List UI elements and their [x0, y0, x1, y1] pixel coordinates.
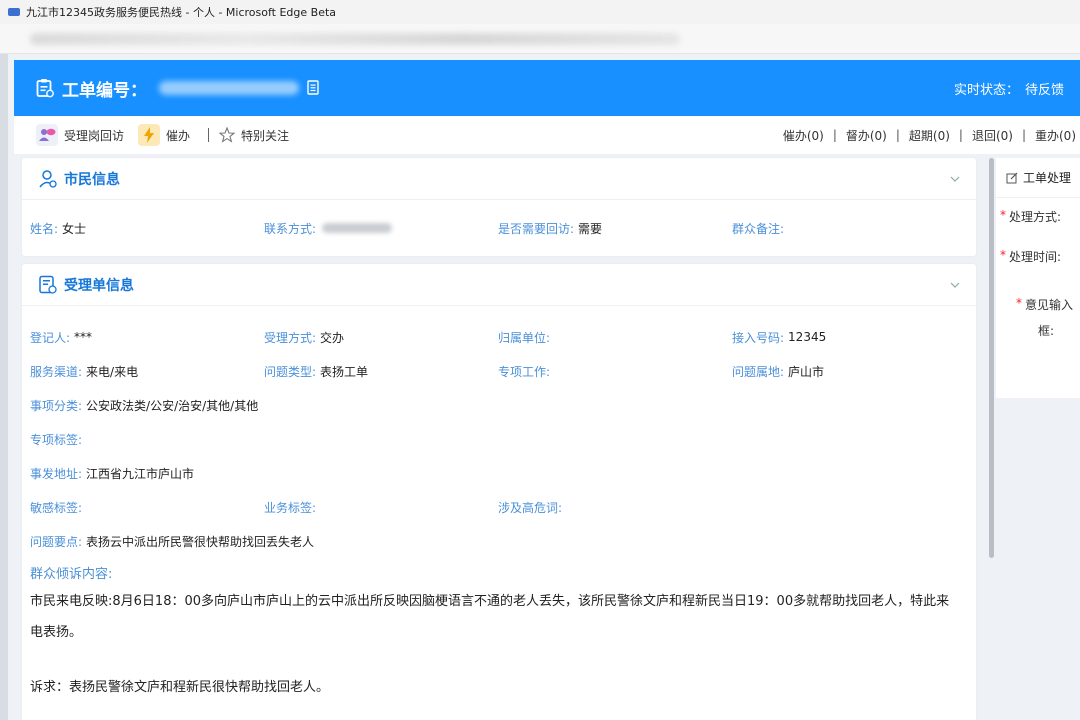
issue-type-field: 问题类型: 表扬工单 [264, 364, 369, 379]
key-point-value: 表扬云中派出所民警很快帮助找回丢失老人 [86, 534, 315, 549]
unit-field: 归属单位: [498, 330, 551, 345]
order-number-redacted [159, 81, 299, 95]
callback-button[interactable]: 受理岗回访 [36, 124, 124, 146]
accept-method-field: 受理方式: 交办 [264, 330, 345, 345]
appeal-text: 诉求：表扬民警徐文庐和程新民很快帮助找回老人。 [30, 680, 330, 695]
order-number-label: 工单编号： [62, 80, 147, 101]
key-point-row: 问题要点: 表扬云中派出所民警很快帮助找回丢失老人 [30, 534, 315, 549]
action-toolbar: 受理岗回访 催办 特别关注 催办(0) | 督办(0) | 超期(0) | 退回… [14, 116, 1080, 154]
clipboard-icon [36, 79, 54, 98]
contact-field: 联系方式: [264, 220, 498, 237]
address-value: 江西省九江市庐山市 [86, 466, 195, 481]
location-field: 问题属地: 庐山市 [732, 364, 825, 379]
realtime-status: 实时状态： 待反馈 [954, 79, 1064, 98]
time-field[interactable]: * 处理时间: [996, 248, 1080, 296]
access-number-field: 接入号码: 12345 [732, 330, 827, 345]
citizen-info-row: 姓名: 女士 联系方式: 是否需要回访: 需要 群众备注: [22, 200, 976, 256]
counter-returned[interactable]: 退回(0) [972, 127, 1013, 144]
address-row: 事发地址: 江西省九江市庐山市 [30, 466, 195, 481]
order-header: 工单编号： 实时状态： 待反馈 [14, 60, 1080, 116]
counter-supervise[interactable]: 督办(0) [846, 127, 887, 144]
counter-redo[interactable]: 重办(0) [1035, 127, 1076, 144]
lightning-icon [138, 124, 161, 146]
main-content: 市民信息 姓名: 女士 联系方式: 是否需要回访: 需要 群众备注: 受理单信息… [22, 158, 976, 720]
callback-value: 需要 [578, 221, 603, 236]
callback-label: 受理岗回访 [64, 128, 125, 143]
counter-overdue[interactable]: 超期(0) [909, 127, 950, 144]
opinion-field[interactable]: * 意见输入 [996, 296, 1080, 322]
ticket-row-1: 登记人: *** 受理方式: 交办 归属单位: 接入号码: 12345 [22, 320, 976, 354]
star-icon [219, 127, 236, 143]
urge-button[interactable]: 催办 [138, 124, 190, 146]
citizen-info-header[interactable]: 市民信息 [22, 158, 976, 200]
processing-header: 工单处理 [996, 158, 1080, 198]
copy-icon[interactable] [307, 80, 321, 96]
method-field[interactable]: * 处理方式: [996, 208, 1080, 248]
blurred-url [30, 33, 680, 45]
special-attention-button[interactable]: 特别关注 [219, 127, 289, 144]
name-field: 姓名: 女士 [30, 221, 87, 236]
tags-row: 敏感标签: 业务标签: 涉及高危词: [22, 490, 976, 524]
ticket-row-2: 服务渠道: 来电/来电 问题类型: 表扬工单 专项工作: 问题属地: 庐山市 [22, 354, 976, 388]
risk-word-field: 涉及高危词: [498, 500, 563, 515]
address-bar[interactable] [0, 24, 1080, 54]
name-value: 女士 [62, 221, 87, 236]
processing-panel: 工单处理 * 处理方式: * 处理时间: * 意见输入 框: [996, 158, 1080, 398]
browser-icon [8, 8, 20, 16]
counter-urge[interactable]: 催办(0) [783, 127, 824, 144]
form-icon [39, 275, 57, 294]
citizen-info-card: 市民信息 姓名: 女士 联系方式: 是否需要回访: 需要 群众备注: [22, 158, 976, 256]
channel-field: 服务渠道: 来电/来电 [30, 364, 139, 379]
special-work-field: 专项工作: [498, 364, 551, 379]
urge-label: 催办 [166, 128, 191, 143]
callback-field: 是否需要回访: 需要 [498, 221, 603, 236]
person-icon [39, 169, 57, 188]
complaint-label: 群众倾诉内容: [30, 566, 113, 582]
remark-field: 群众备注: [732, 221, 785, 236]
ticket-info-title: 受理单信息 [64, 277, 134, 294]
window-titlebar: 九江市12345政务服务便民热线 - 个人 - Microsoft Edge B… [0, 0, 1080, 24]
sensitive-tag-field: 敏感标签: [30, 500, 83, 515]
contact-redacted [322, 223, 393, 233]
chat-icon [36, 124, 58, 146]
registrar-field: 登记人: *** [30, 330, 93, 345]
edit-icon [1006, 172, 1018, 183]
scrollbar[interactable] [988, 158, 996, 720]
category-value: 公安政法类/公安/治安/其他/其他 [86, 398, 259, 413]
chevron-down-icon[interactable] [950, 174, 960, 184]
complaint-text: 市民来电反映:8月6日18：00多向庐山市庐山上的云中派出所反映因脑梗语言不通的… [30, 594, 950, 640]
chevron-down-icon[interactable] [950, 280, 960, 290]
scrollbar-thumb[interactable] [989, 158, 994, 558]
special-attention-label: 特别关注 [241, 128, 290, 143]
citizen-info-title: 市民信息 [64, 171, 120, 188]
ticket-info-card: 受理单信息 登记人: *** 受理方式: 交办 归属单位: 接入号码: 12345 服… [22, 264, 976, 720]
processing-title: 工单处理 [1023, 171, 1072, 185]
toolbar-divider [208, 128, 210, 142]
status-label: 实时状态： [953, 82, 1019, 98]
page: 工单编号： 实时状态： 待反馈 受理岗回访 催办 特别关注 催办(0) | 督办… [0, 54, 1080, 720]
window-title: 九江市12345政务服务便民热线 - 个人 - Microsoft Edge B… [26, 6, 337, 19]
category-row: 事项分类: 公安政法类/公安/治安/其他/其他 [30, 398, 259, 413]
ticket-info-header[interactable]: 受理单信息 [22, 264, 976, 306]
status-value: 待反馈 [1024, 82, 1064, 98]
counters: 催办(0) | 督办(0) | 超期(0) | 退回(0) | 重办(0) [782, 127, 1076, 144]
opinion-field-suffix: 框: [1038, 324, 1055, 338]
business-tag-field: 业务标签: [264, 500, 317, 515]
special-tag-row: 专项标签: [30, 432, 83, 447]
